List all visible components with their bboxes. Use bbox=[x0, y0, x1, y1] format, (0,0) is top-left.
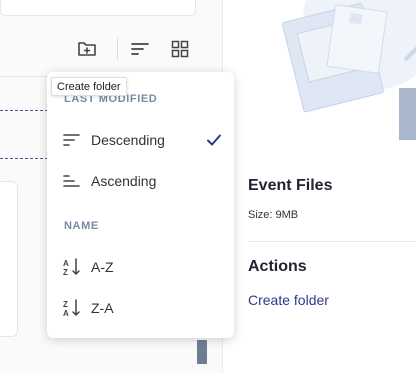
sort-button[interactable] bbox=[129, 38, 151, 60]
details-title: Event Files bbox=[248, 177, 333, 194]
sort-descending-icon bbox=[62, 130, 82, 150]
svg-text:Z: Z bbox=[63, 300, 68, 309]
grid-view-icon bbox=[171, 40, 189, 58]
grid-view-button[interactable] bbox=[169, 38, 191, 60]
sort-option-label: A-Z bbox=[91, 259, 114, 275]
actions-title: Actions bbox=[248, 258, 307, 275]
svg-text:A: A bbox=[63, 259, 69, 268]
details-divider bbox=[248, 241, 416, 242]
sort-option-label: Z-A bbox=[91, 300, 114, 316]
create-folder-button[interactable] bbox=[76, 38, 98, 60]
svg-text:Z: Z bbox=[63, 268, 68, 277]
sort-option-z-a[interactable]: Z A Z-A bbox=[47, 290, 234, 326]
folder-plus-icon bbox=[78, 42, 96, 56]
search-card[interactable] bbox=[0, 0, 196, 16]
toolbar-separator bbox=[117, 38, 118, 60]
drop-zone-border bbox=[0, 110, 48, 111]
menu-heading-name: NAME bbox=[64, 220, 99, 232]
file-size-text: Size: 9MB bbox=[248, 209, 299, 221]
sort-lines-icon bbox=[131, 43, 149, 55]
svg-text:A: A bbox=[63, 309, 69, 318]
sort-option-label: Ascending bbox=[91, 173, 157, 189]
sort-option-a-z[interactable]: A Z A-Z bbox=[47, 249, 234, 285]
checkmark-icon bbox=[207, 134, 221, 146]
sort-option-ascending[interactable]: Ascending bbox=[47, 163, 234, 199]
sort-a-z-icon: A Z bbox=[62, 257, 82, 277]
sort-option-descending[interactable]: Descending bbox=[47, 122, 234, 158]
sort-z-a-icon: Z A bbox=[62, 298, 82, 318]
sort-ascending-icon bbox=[62, 171, 82, 191]
files-illustration bbox=[223, 0, 416, 140]
sort-option-label: Descending bbox=[91, 132, 165, 148]
create-folder-tooltip: Create folder bbox=[51, 77, 127, 96]
drop-zone-border bbox=[0, 158, 48, 159]
scrollbar-thumb[interactable] bbox=[197, 340, 207, 364]
details-pane: Event Files Size: 9MB Actions Create fol… bbox=[222, 0, 416, 373]
create-folder-link[interactable]: Create folder bbox=[248, 292, 329, 308]
sort-dropdown-menu: LAST MODIFIED Descending Ascending NAME … bbox=[47, 72, 234, 338]
file-list-card bbox=[0, 181, 18, 337]
